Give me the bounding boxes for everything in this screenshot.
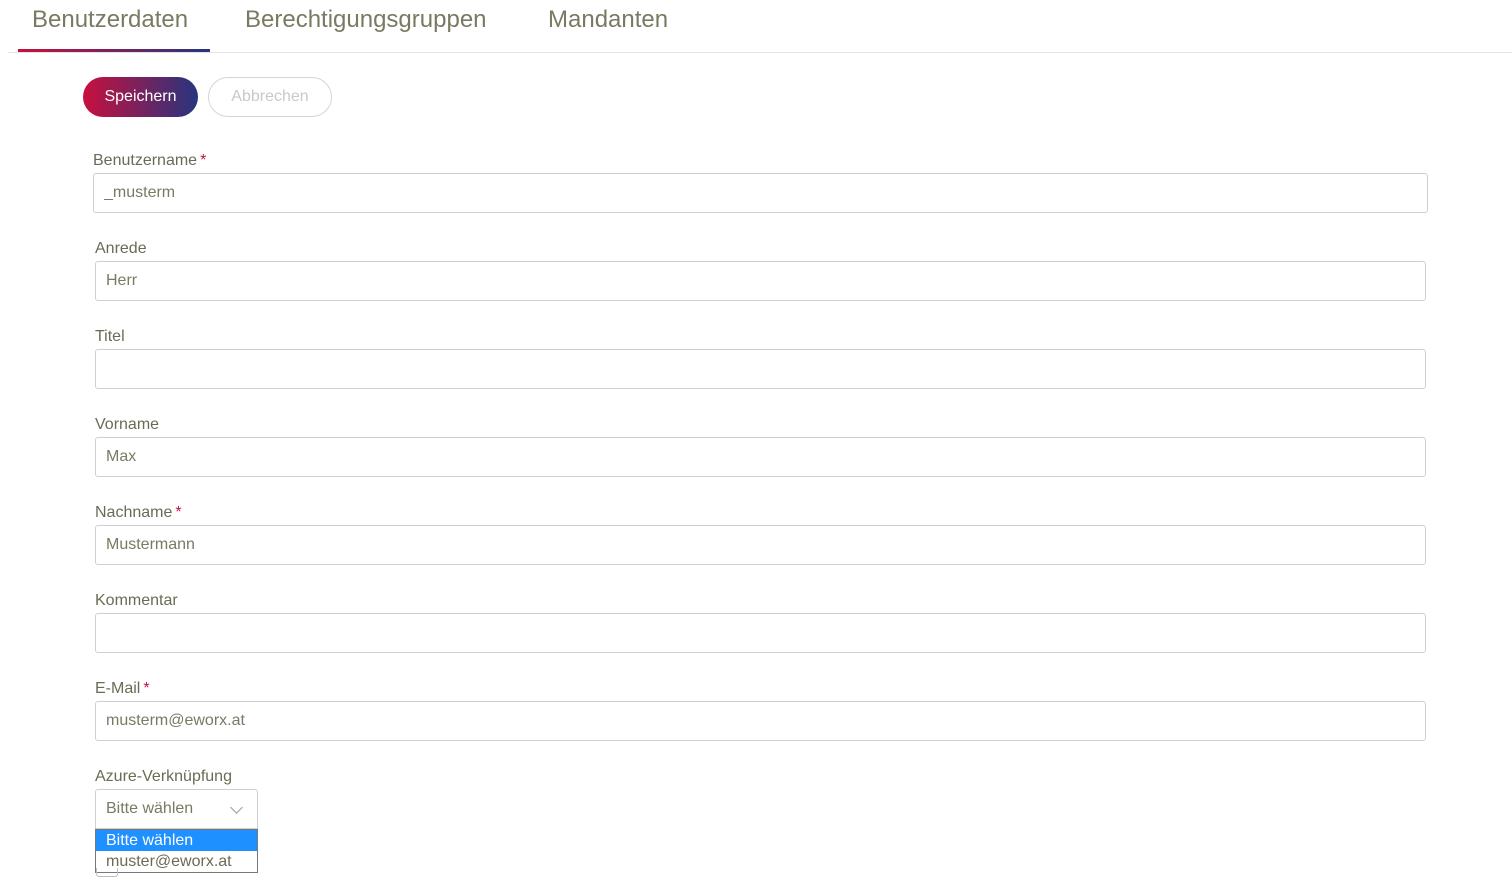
- last-name-input[interactable]: [95, 525, 1426, 565]
- chevron-down-icon: [230, 801, 243, 814]
- comment-label: Kommentar: [95, 592, 178, 609]
- tab-berechtigungsgruppen[interactable]: Berechtigungsgruppen: [245, 6, 487, 34]
- required-marker: *: [200, 152, 207, 169]
- required-marker: *: [143, 680, 150, 697]
- username-label: Benutzername *: [93, 152, 206, 170]
- salutation-input[interactable]: [95, 261, 1426, 301]
- salutation-label: Anrede: [95, 240, 147, 257]
- tab-bar: Benutzerdaten Berechtigungsgruppen Manda…: [8, 0, 1512, 53]
- title-label: Titel: [95, 328, 125, 345]
- email-label: E-Mail *: [95, 680, 150, 698]
- username-input[interactable]: [93, 173, 1428, 213]
- title-input[interactable]: [95, 349, 1426, 389]
- azure-select[interactable]: Bitte wählen: [95, 789, 258, 829]
- dropdown-option[interactable]: Bitte wählen: [96, 830, 257, 851]
- last-name-label: Nachname *: [95, 504, 182, 522]
- azure-label: Azure-Verknüpfung: [95, 768, 232, 785]
- username-label-text: Benutzername: [93, 152, 198, 169]
- azure-dropdown-list: Bitte wählen muster@eworx.at: [95, 829, 258, 873]
- last-name-label-text: Nachname: [95, 504, 173, 521]
- tab-mandanten[interactable]: Mandanten: [548, 6, 668, 34]
- email-label-text: E-Mail: [95, 680, 141, 697]
- azure-select-value: Bitte wählen: [106, 800, 194, 817]
- required-marker: *: [175, 504, 182, 521]
- email-input[interactable]: [95, 701, 1426, 741]
- comment-input[interactable]: [95, 613, 1426, 653]
- first-name-input[interactable]: [95, 437, 1426, 477]
- save-button[interactable]: Speichern: [83, 77, 198, 117]
- first-name-label: Vorname: [95, 416, 160, 433]
- tab-benutzerdaten[interactable]: Benutzerdaten: [32, 6, 188, 34]
- checkbox[interactable]: [96, 868, 118, 877]
- dropdown-option[interactable]: muster@eworx.at: [96, 851, 257, 872]
- cancel-button[interactable]: Abbrechen: [208, 77, 332, 117]
- active-tab-indicator: [18, 49, 210, 52]
